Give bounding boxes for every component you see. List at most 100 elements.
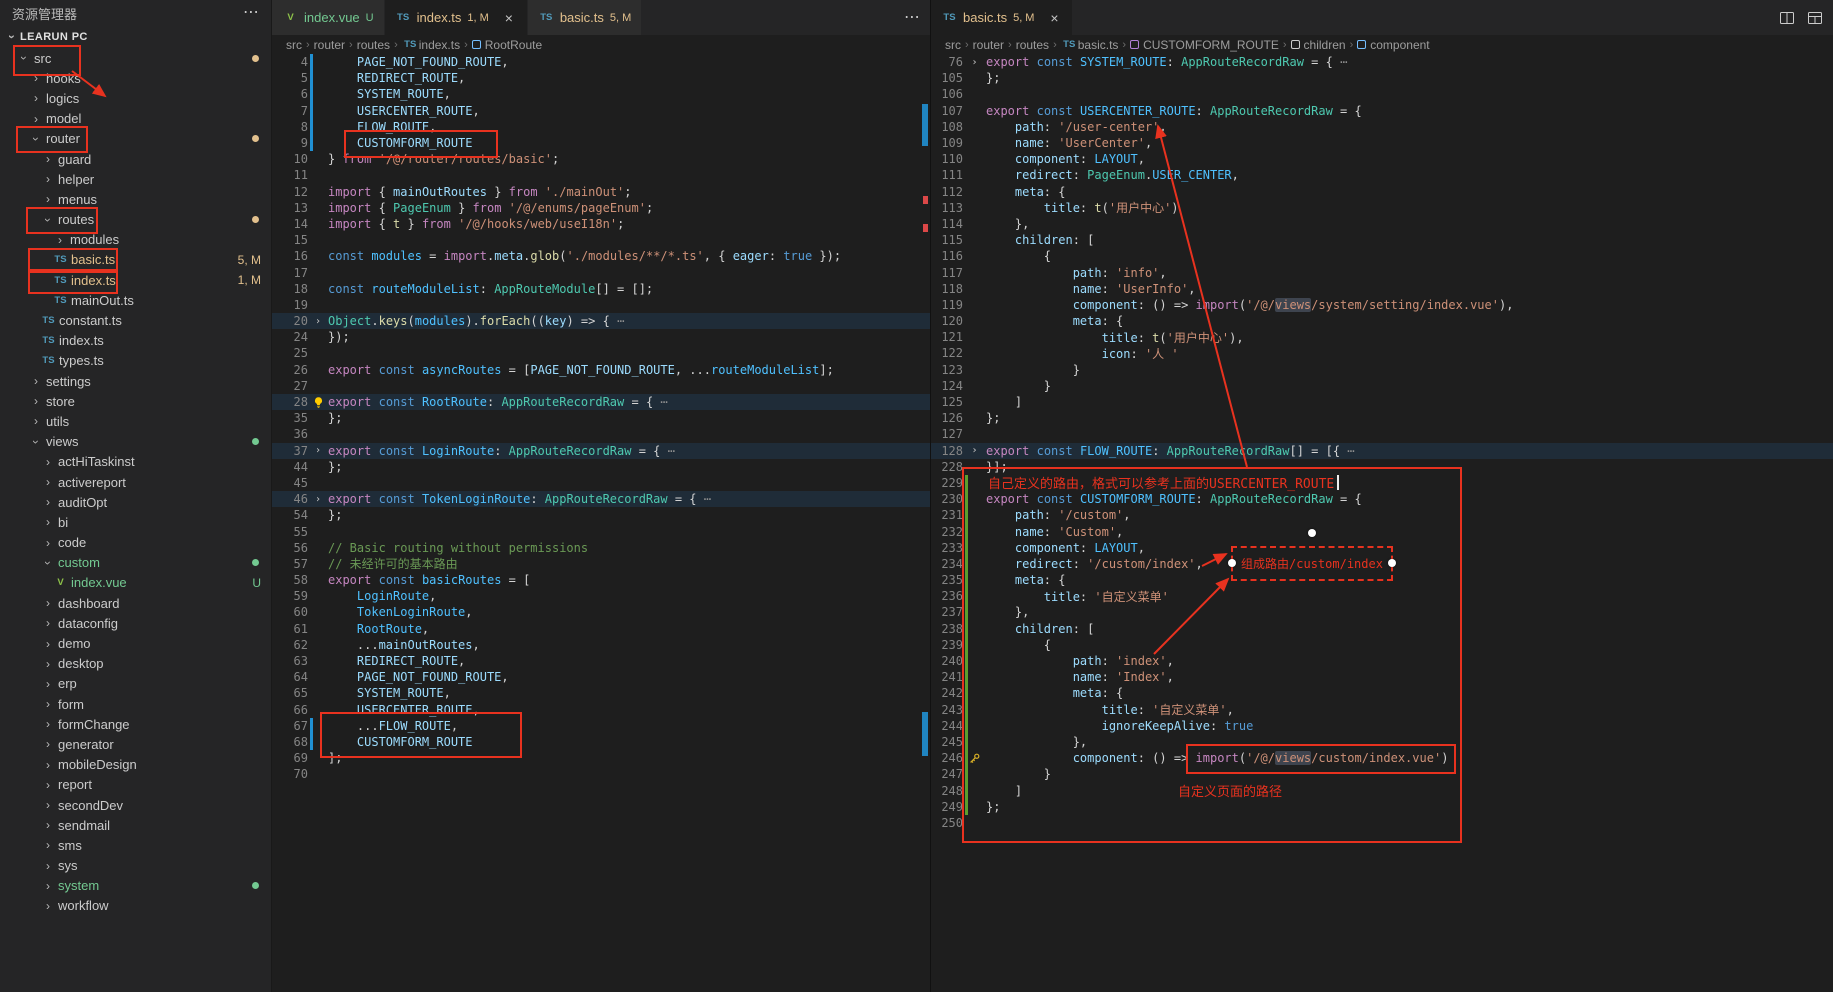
line-number[interactable]: 7: [272, 104, 308, 118]
line-number[interactable]: 16: [272, 249, 308, 263]
code-line-246[interactable]: 246 component: () => import('/@/views/cu…: [931, 750, 1833, 766]
line-number[interactable]: 35: [272, 411, 308, 425]
tree-item-routes[interactable]: ›routes: [0, 210, 271, 230]
line-number[interactable]: 12: [272, 185, 308, 199]
line-number[interactable]: 117: [931, 266, 963, 280]
code-line-241[interactable]: 241 name: 'Index',: [931, 669, 1833, 685]
tab-index.vue[interactable]: Vindex.vueU: [272, 0, 385, 35]
split-editor-icon[interactable]: [1779, 10, 1795, 26]
fold-chevron-icon[interactable]: ›: [971, 445, 977, 456]
code-line-236[interactable]: 236 title: '自定义菜单': [931, 588, 1833, 604]
line-number[interactable]: 56: [272, 541, 308, 555]
code-line-126[interactable]: 126};: [931, 410, 1833, 426]
code-line-68[interactable]: 68 CUSTOMFORM_ROUTE: [272, 734, 930, 750]
code-line-127[interactable]: 127: [931, 426, 1833, 442]
tree-item-index.vue[interactable]: Vindex.vueU: [0, 573, 271, 593]
line-number[interactable]: 242: [931, 686, 963, 700]
code-line-45[interactable]: 45: [272, 475, 930, 491]
code-line-27[interactable]: 27: [272, 378, 930, 394]
line-number[interactable]: 67: [272, 719, 308, 733]
code-line-76[interactable]: 76›export const SYSTEM_ROUTE: AppRouteRe…: [931, 54, 1833, 70]
code-line-10[interactable]: 10} from '/@/router/routes/basic';: [272, 151, 930, 167]
breadcrumb-item-component[interactable]: component: [1357, 38, 1429, 52]
code-line-235[interactable]: 235 meta: {: [931, 572, 1833, 588]
line-number[interactable]: 249: [931, 800, 963, 814]
tree-item-workflow[interactable]: ›workflow: [0, 896, 271, 916]
code-line-63[interactable]: 63 REDIRECT_ROUTE,: [272, 653, 930, 669]
code-line-230[interactable]: 230export const CUSTOMFORM_ROUTE: AppRou…: [931, 491, 1833, 507]
code-line-11[interactable]: 11: [272, 167, 930, 183]
line-number[interactable]: 24: [272, 330, 308, 344]
line-number[interactable]: 57: [272, 557, 308, 571]
code-line-25[interactable]: 25: [272, 345, 930, 361]
code-line-114[interactable]: 114 },: [931, 216, 1833, 232]
line-number[interactable]: 69: [272, 751, 308, 765]
workspace-header[interactable]: › LEARUN PC: [0, 26, 271, 48]
code-line-247[interactable]: 247 }: [931, 766, 1833, 782]
code-line-249[interactable]: 249};: [931, 799, 1833, 815]
breadcrumb-item-index.ts[interactable]: TSindex.ts: [402, 38, 460, 52]
tree-item-helper[interactable]: ›helper: [0, 169, 271, 189]
tree-item-utils[interactable]: ›utils: [0, 411, 271, 431]
breadcrumb-item-routes[interactable]: routes: [1016, 38, 1049, 52]
tree-item-hooks[interactable]: ›hooks: [0, 68, 271, 88]
tree-item-modules[interactable]: ›modules: [0, 230, 271, 250]
tree-item-bi[interactable]: ›bi: [0, 512, 271, 532]
fold-chevron-icon[interactable]: ›: [971, 57, 977, 68]
line-number[interactable]: 248: [931, 784, 963, 798]
line-number[interactable]: 19: [272, 298, 308, 312]
code-line-36[interactable]: 36: [272, 426, 930, 442]
line-number[interactable]: 6: [272, 87, 308, 101]
tree-item-demo[interactable]: ›demo: [0, 633, 271, 653]
line-number[interactable]: 111: [931, 168, 963, 182]
line-number[interactable]: 27: [272, 379, 308, 393]
code-line-122[interactable]: 122 icon: '⼈ ': [931, 345, 1833, 361]
fold-chevron-icon[interactable]: ›: [315, 494, 321, 505]
tree-item-secondDev[interactable]: ›secondDev: [0, 795, 271, 815]
line-number[interactable]: 229: [931, 476, 963, 490]
line-number[interactable]: 241: [931, 670, 963, 684]
code-line-56[interactable]: 56// Basic routing without permissions: [272, 540, 930, 556]
code-line-9[interactable]: 9 CUSTOMFORM_ROUTE: [272, 135, 930, 151]
line-number[interactable]: 10: [272, 152, 308, 166]
line-number[interactable]: 112: [931, 185, 963, 199]
code-line-64[interactable]: 64 PAGE_NOT_FOUND_ROUTE,: [272, 669, 930, 685]
code-line-248[interactable]: 248 ]: [931, 782, 1833, 798]
tree-item-system[interactable]: ›system: [0, 876, 271, 896]
line-number[interactable]: 232: [931, 525, 963, 539]
code-line-5[interactable]: 5 REDIRECT_ROUTE,: [272, 70, 930, 86]
tree-item-custom[interactable]: ›custom: [0, 553, 271, 573]
code-line-237[interactable]: 237 },: [931, 604, 1833, 620]
code-line-54[interactable]: 54};: [272, 507, 930, 523]
code-line-107[interactable]: 107export const USERCENTER_ROUTE: AppRou…: [931, 103, 1833, 119]
tree-item-basic.ts[interactable]: TSbasic.ts5, M: [0, 250, 271, 270]
code-line-228[interactable]: 228}];: [931, 459, 1833, 475]
line-number[interactable]: 58: [272, 573, 308, 587]
code-line-35[interactable]: 35};: [272, 410, 930, 426]
code-line-20[interactable]: 20›Object.keys(modules).forEach((key) =>…: [272, 313, 930, 329]
close-icon[interactable]: ×: [501, 10, 517, 26]
line-number[interactable]: 11: [272, 168, 308, 182]
tree-item-views[interactable]: ›views: [0, 432, 271, 452]
code-line-57[interactable]: 57// 未经许可的基本路由: [272, 556, 930, 572]
code-line-8[interactable]: 8 FLOW_ROUTE,: [272, 119, 930, 135]
code-line-232[interactable]: 232 name: 'Custom',: [931, 523, 1833, 539]
line-number[interactable]: 245: [931, 735, 963, 749]
code-line-250[interactable]: 250: [931, 815, 1833, 831]
tree-item-store[interactable]: ›store: [0, 391, 271, 411]
code-line-69[interactable]: 69];: [272, 750, 930, 766]
code-line-44[interactable]: 44};: [272, 459, 930, 475]
line-number[interactable]: 233: [931, 541, 963, 555]
tree-item-guard[interactable]: ›guard: [0, 149, 271, 169]
breadcrumb-item-children[interactable]: children: [1291, 38, 1346, 52]
code-line-128[interactable]: 128›export const FLOW_ROUTE: AppRouteRec…: [931, 443, 1833, 459]
line-number[interactable]: 15: [272, 233, 308, 247]
line-number[interactable]: 108: [931, 120, 963, 134]
code-line-124[interactable]: 124 }: [931, 378, 1833, 394]
code-line-58[interactable]: 58export const basicRoutes = [: [272, 572, 930, 588]
line-number[interactable]: 244: [931, 719, 963, 733]
tree-item-sys[interactable]: ›sys: [0, 856, 271, 876]
line-number[interactable]: 238: [931, 622, 963, 636]
line-number[interactable]: 239: [931, 638, 963, 652]
line-number[interactable]: 109: [931, 136, 963, 150]
